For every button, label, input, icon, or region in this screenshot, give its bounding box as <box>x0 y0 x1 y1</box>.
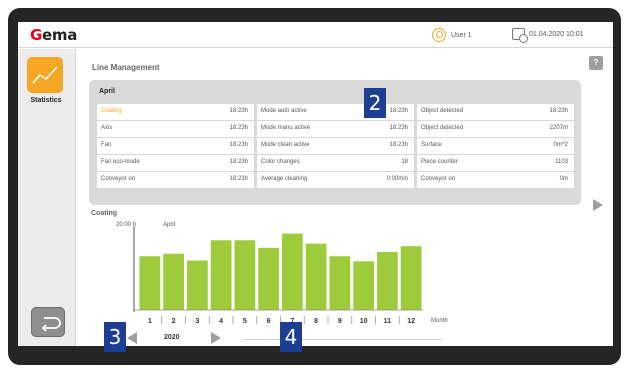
bar-month-12 <box>400 246 422 310</box>
coating-bar-chart: 123456789101112 <box>133 226 423 325</box>
x-tick-label: 12 <box>407 318 415 325</box>
x-tick-label: 2 <box>172 318 176 325</box>
x-axis-unit: Month <box>431 318 448 324</box>
bar-month-7 <box>282 233 303 310</box>
callout-4: 4 <box>280 322 302 352</box>
x-tick-label: 10 <box>360 318 368 325</box>
bar-month-3 <box>187 260 208 310</box>
prev-year-arrow[interactable] <box>127 332 137 344</box>
bar-month-11 <box>377 252 398 310</box>
x-tick-label: 8 <box>314 318 318 325</box>
bar-month-1 <box>139 256 161 310</box>
year-label: 2020 <box>164 334 180 341</box>
bar-month-10 <box>353 261 374 310</box>
bar-month-8 <box>305 243 327 310</box>
x-tick-label: 9 <box>338 318 342 325</box>
bar-month-5 <box>234 240 256 310</box>
x-tick-label: 11 <box>384 318 392 325</box>
next-year-arrow[interactable] <box>211 332 221 344</box>
x-tick-label: 5 <box>243 318 247 325</box>
callout-2: 2 <box>364 88 386 118</box>
bar-month-4 <box>210 240 232 310</box>
scroll-track[interactable] <box>242 339 442 340</box>
bar-month-9 <box>329 256 351 310</box>
screen: Gema User 1 01.04.2020 10:01 Statistics … <box>18 22 613 346</box>
x-tick-label: 6 <box>267 318 271 325</box>
x-tick-label: 4 <box>219 318 223 325</box>
bar-month-2 <box>163 253 184 310</box>
callout-3: 3 <box>104 322 126 352</box>
x-tick-label: 1 <box>148 318 152 325</box>
x-tick-label: 3 <box>195 318 199 325</box>
bar-month-6 <box>258 247 279 310</box>
